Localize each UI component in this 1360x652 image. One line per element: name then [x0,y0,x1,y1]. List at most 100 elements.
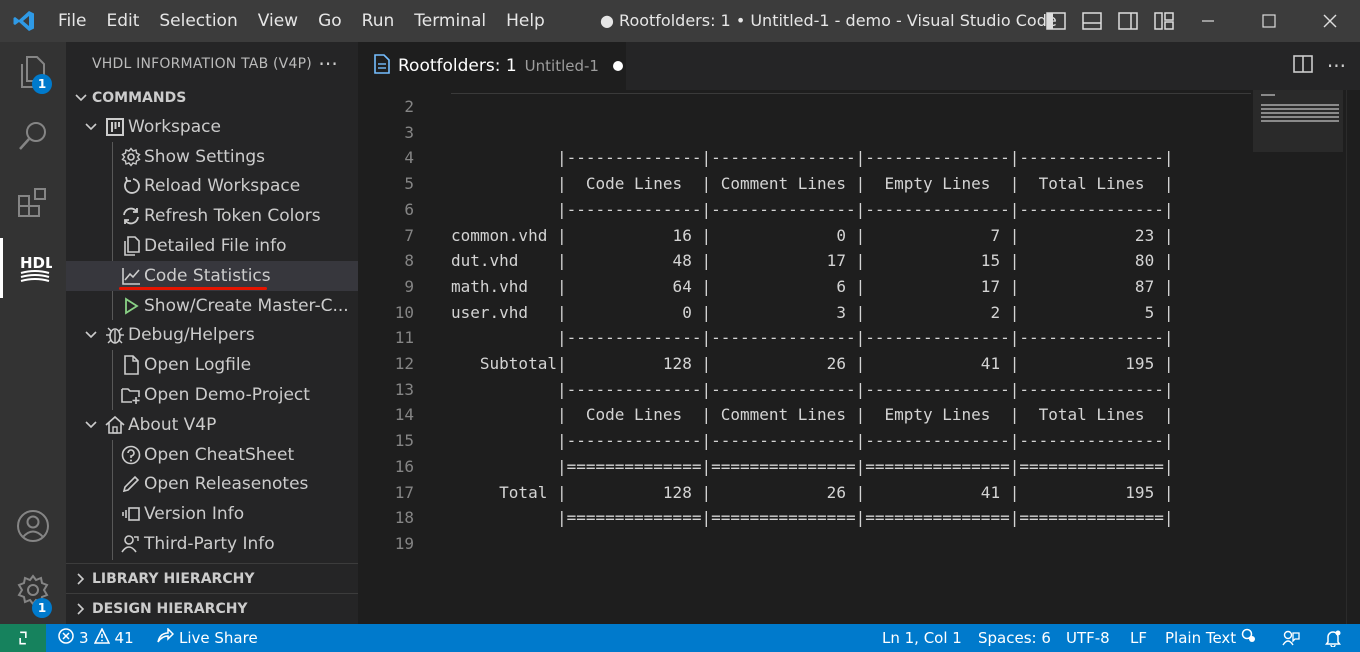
menu-view[interactable]: View [248,0,308,42]
tree-label: Open Logfile [144,355,252,376]
account-icon[interactable] [0,496,66,556]
code-line: 18 |==============|===============|=====… [358,505,1258,531]
vertical-scrollbar[interactable] [1346,90,1360,624]
minimize-icon[interactable] [1177,0,1238,42]
code-line: 3 [358,120,1258,146]
extensions-icon[interactable] [0,172,66,232]
menu-file[interactable]: File [48,0,96,42]
minimap-line [1261,108,1339,110]
indentation[interactable]: Spaces: 6 [978,624,1051,652]
live-share-button[interactable]: Live Share [156,624,258,652]
tree-item-detailed-file-info[interactable]: Detailed File info [66,231,358,261]
code-line: 16 |==============|===============|=====… [358,454,1258,480]
live-share-icon [156,627,175,648]
tree-label: Version Info [144,504,245,525]
tree-label: Workspace [128,116,221,137]
menu-edit[interactable]: Edit [96,0,149,42]
question-icon [118,445,144,465]
tree-item-reload-workspace[interactable]: Reload Workspace [66,172,358,202]
problems-indicator[interactable]: 3 41 [58,624,134,652]
tree-label: Refresh Token Colors [144,206,321,227]
tree-group-about-v4p[interactable]: About V4P [66,410,358,440]
tab-untitled-1[interactable]: Rootfolders: 1 Untitled-1 [358,42,626,90]
close-icon[interactable] [1299,0,1360,42]
activity-bar: 1 HDL 1 [0,42,66,624]
reload-icon [118,176,144,196]
toggle-panel-icon[interactable] [1076,0,1108,42]
more-actions-icon[interactable]: ··· [318,52,338,76]
tree-item-open-releasenotes[interactable]: Open Releasenotes [66,470,358,500]
line-number: 8 [404,251,414,271]
toggle-secondary-sidebar-icon[interactable] [1112,0,1144,42]
chevron-down-icon [70,94,92,102]
tree-group-workspace[interactable]: Workspace [66,112,358,142]
tree-item-refresh-token-colors[interactable]: Refresh Token Colors [66,201,358,231]
menu-terminal[interactable]: Terminal [404,0,496,42]
library-hierarchy-section[interactable]: LIBRARY HIERARCHY [66,563,358,593]
tree-label: Third-Party Info [144,534,275,555]
design-hierarchy-title: DESIGN HIERARCHY [92,600,248,617]
menu-help[interactable]: Help [496,0,555,42]
encoding[interactable]: UTF-8 [1066,624,1110,652]
tree-label: Open CheatSheet [144,444,295,465]
code-line: 7 common.vhd | 16 | 0 | 7 | 23 | [358,223,1258,249]
red-underline-annotation [119,286,267,290]
manage-gear-icon[interactable]: 1 [0,560,66,620]
edit-pencil-icon [118,474,144,494]
menu-go[interactable]: Go [308,0,352,42]
editor-content[interactable]: 2 3 4 |--------------|---------------|----… [358,90,1360,624]
unsaved-dot-icon[interactable] [612,61,623,71]
commands-title: COMMANDS [92,90,187,106]
tree-item-show-create-master[interactable]: Show/Create Master-C... [66,291,358,321]
line-number: 16 [394,456,414,476]
line-number: 6 [404,199,414,219]
minimap-line [1261,112,1339,114]
line-number: 11 [394,328,414,348]
code-line: 15 |--------------|---------------|-----… [358,428,1258,454]
minimap[interactable] [1253,90,1343,152]
tree-item-open-logfile[interactable]: Open Logfile [66,350,358,380]
more-actions-icon[interactable]: ··· [1327,54,1346,78]
line-text: dut.vhd | 48 | 17 | 15 | 80 | [451,251,1174,271]
workspace-icon [102,117,128,137]
end-of-line[interactable]: LF [1130,624,1147,652]
code-line: 6 |--------------|---------------|------… [358,197,1258,223]
tree-item-open-demo-project[interactable]: Open Demo-Project [66,380,358,410]
menu-selection[interactable]: Selection [149,0,247,42]
line-text: math.vhd | 64 | 6 | 17 | 87 | [451,276,1174,296]
person-icon [118,534,144,554]
tree-item-third-party-info[interactable]: Third-Party Info [66,529,358,559]
commands-section-header[interactable]: COMMANDS [66,84,358,112]
feedback-icon[interactable] [1282,624,1300,652]
tree-item-open-cheatsheet[interactable]: Open CheatSheet [66,440,358,470]
notifications-bell-icon[interactable] [1324,624,1342,652]
line-number: 13 [394,379,414,399]
tree-group-debug-helpers[interactable]: Debug/Helpers [66,321,358,351]
menu-bar: File Edit Selection View Go Run Terminal Help [48,0,555,42]
toggle-primary-sidebar-icon[interactable] [1040,0,1072,42]
split-editor-icon[interactable] [1293,55,1313,77]
tree-item-code-statistics[interactable]: Code Statistics [66,260,358,291]
customize-layout-icon[interactable] [1148,0,1180,42]
tree-item-version-info[interactable]: Version Info [66,499,358,529]
error-icon [58,628,74,648]
explorer-badge: 1 [32,74,52,94]
line-number: 5 [404,174,414,194]
design-hierarchy-section[interactable]: DESIGN HIERARCHY [66,593,358,623]
tree-item-show-settings[interactable]: Show Settings [66,142,358,172]
explorer-icon[interactable]: 1 [0,42,66,102]
language-mode[interactable]: Plain Text [1165,624,1257,652]
sidebar-title: VHDL INFORMATION TAB (V4P) [92,56,312,72]
tree-label: Debug/Helpers [128,325,255,346]
search-icon[interactable] [0,106,66,166]
remote-indicator-icon[interactable] [0,624,46,652]
line-number: 10 [394,302,414,322]
tree-label: Code Statistics [144,265,271,286]
hdl-icon[interactable]: HDL [0,238,66,298]
menu-run[interactable]: Run [352,0,405,42]
chevron-down-icon [80,421,102,429]
cursor-position[interactable]: Ln 1, Col 1 [882,624,962,652]
maximize-icon[interactable] [1238,0,1299,42]
tab-description: Untitled-1 [524,57,599,75]
line-text: |--------------|---------------|--------… [451,431,1174,451]
